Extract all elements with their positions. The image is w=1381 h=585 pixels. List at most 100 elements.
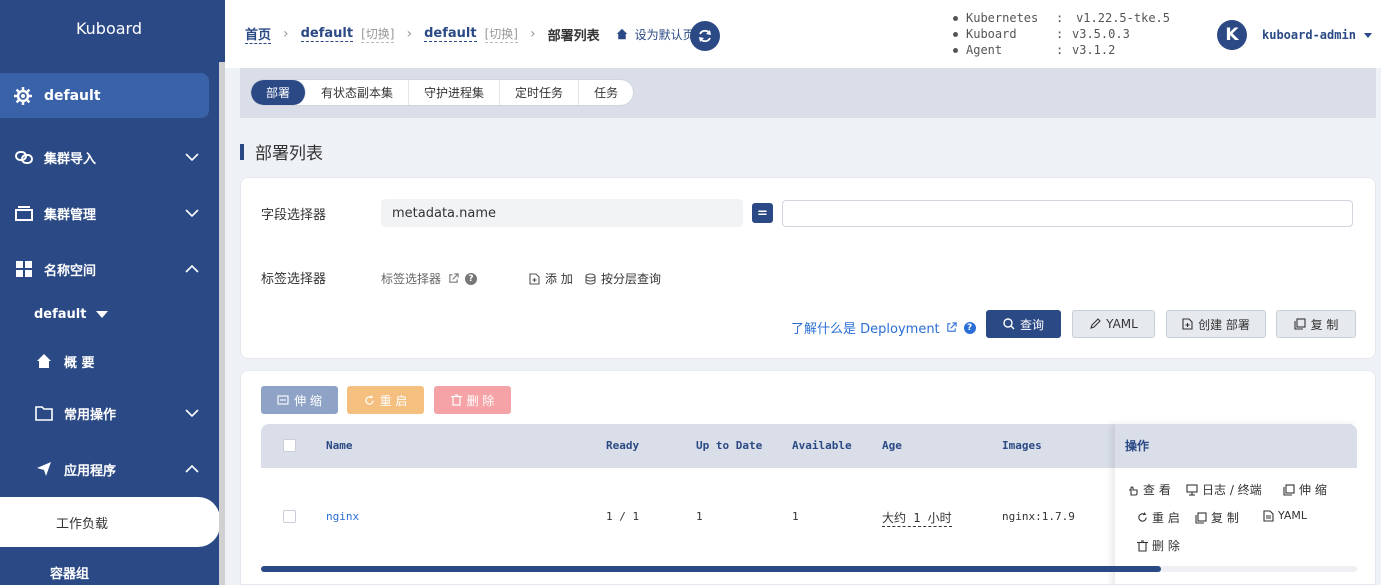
copy-button[interactable]: 复 制 [1276,310,1356,338]
version-row: Agent: v3.1.2 [953,42,1170,58]
caret-down-icon[interactable] [1363,32,1372,38]
breadcrumb-home[interactable]: 首页 [245,24,272,44]
yaml-button[interactable]: YAML [1072,310,1155,338]
chevron-right-icon: › [283,26,289,42]
select-all-checkbox[interactable] [283,439,296,452]
sidebar-item-namespace[interactable]: 名称空间 [0,249,218,289]
sidebar-cluster[interactable]: default [0,73,209,118]
row-restart-label: 重 启 [1152,511,1180,525]
learn-deployment-link[interactable]: 了解什么是 Deployment ? [791,318,976,337]
chevron-down-icon [184,205,200,221]
monitor-icon [1186,483,1198,496]
sidebar: Kuboard default 集群导入 集群管理 名称空间 default 概… [0,0,225,585]
label-selector-link[interactable]: 标签选择器 ? [381,270,478,287]
hierarchical-query-text: 按分层查询 [601,272,662,286]
sidebar-item-apps[interactable]: 应用程序 [0,449,218,489]
create-deployment-button[interactable]: 创建 部署 [1166,310,1266,338]
operations-column: 操作 查 看 日志 / 终端 伸 缩 重 启 复 制 YAML 删 除 [1115,424,1357,584]
add-label-button[interactable]: 添 加 [529,270,573,287]
tab-daemonset[interactable]: 守护进程集 [409,80,501,105]
scale-icon [277,395,289,405]
user-menu[interactable]: K kuboard-admin [1217,20,1372,50]
ready-value: 1 / 1 [606,510,640,523]
chevron-right-icon: › [406,26,413,42]
column-header-images[interactable]: Images [1002,424,1042,468]
switch-cluster-link[interactable]: [切换] [361,25,395,43]
chevron-down-icon [184,149,200,165]
version-colon: : [1056,27,1064,41]
namespace-select[interactable]: default [0,294,218,334]
create-deployment-label: 创建 部署 [1198,317,1250,332]
sidebar-item-common-ops[interactable]: 常用操作 [0,393,218,433]
row-restart-button[interactable]: 重 启 [1137,509,1180,526]
column-header-up-to-date[interactable]: Up to Date [696,424,762,468]
table-horizontal-scrollbar[interactable] [261,566,1357,572]
age-value: 大约 1 小时 [882,511,952,527]
row-yaml-button[interactable]: YAML [1263,509,1307,522]
pen-icon [1089,318,1101,330]
equals-operator[interactable]: = [752,203,773,223]
username[interactable]: kuboard-admin [1262,28,1356,42]
breadcrumb-cluster[interactable]: default [300,26,354,42]
sidebar-item-overview[interactable]: 概 要 [0,341,218,381]
tab-deployment[interactable]: 部署 [251,80,307,105]
sidebar-scrollbar[interactable] [219,62,225,585]
version-info: Kubernetes: v1.22.5-tke.5 Kuboard: v3.5.0.… [953,10,1170,58]
copy-icon [1294,318,1306,330]
field-value-input[interactable] [782,200,1353,227]
gear-icon [14,86,32,105]
help-icon[interactable]: ? [465,272,478,285]
avatar[interactable]: K [1217,20,1247,50]
column-header-age[interactable]: Age [882,424,902,468]
row-scale-button[interactable]: 伸 缩 [1283,481,1327,498]
table-scroll-thumb[interactable] [261,566,1161,572]
row-delete-button[interactable]: 删 除 [1137,537,1180,554]
tab-cronjob[interactable]: 定时任务 [500,80,580,105]
logs-terminal-button[interactable]: 日志 / 终端 [1186,481,1262,498]
label-selector-link-text: 标签选择器 [381,272,442,286]
help-icon[interactable]: ? [963,321,976,334]
query-button[interactable]: 查询 [986,310,1061,338]
refresh-icon [1137,512,1148,523]
up-to-date-value: 1 [696,510,703,523]
tab-statefulset[interactable]: 有状态副本集 [306,80,410,105]
row-yaml-label: YAML [1278,509,1308,522]
bullet [953,31,958,37]
switch-namespace-link[interactable]: [切换] [484,25,518,43]
refresh-button[interactable] [690,21,720,51]
chevron-right-icon: › [529,26,536,42]
sidebar-item-cluster-import[interactable]: 集群导入 [0,137,218,177]
tab-job[interactable]: 任务 [579,80,633,105]
breadcrumb-namespace[interactable]: default [424,26,477,42]
row-checkbox[interactable] [283,510,296,523]
sidebar-item-label: 概 要 [64,355,95,371]
deployment-name-link[interactable]: nginx [326,510,359,523]
row-copy-button[interactable]: 复 制 [1195,509,1239,526]
sidebar-item-label: 工作负载 [56,516,109,532]
sidebar-item-cluster-manage[interactable]: 集群管理 [0,193,218,233]
trash-icon [1137,539,1148,552]
add-label-text: 添 加 [545,272,573,286]
view-button[interactable]: 查 看 [1127,481,1171,498]
restart-button[interactable]: 重 启 [347,386,424,414]
hierarchical-query-button[interactable]: 按分层查询 [585,270,661,287]
set-default-link[interactable]: 设为默认页 [616,26,695,43]
home-icon [616,28,628,40]
version-name: Agent [966,43,1003,57]
chevron-up-icon [184,461,200,477]
caret-down-icon [96,310,109,318]
scale-button[interactable]: 伸 缩 [261,386,338,414]
sidebar-item-pods[interactable]: 容器组 [0,552,218,585]
delete-button[interactable]: 删 除 [434,386,511,414]
images-value: nginx:1.7.9 [1002,510,1075,523]
copy-icon [1195,511,1207,524]
page-title: 部署列表 [240,139,323,164]
field-selector-select[interactable]: metadata.name [381,199,743,227]
column-header-ready[interactable]: Ready [606,424,639,468]
sidebar-scroll-thumb[interactable] [219,62,225,585]
sidebar-item-workload[interactable]: 工作负载 [0,497,220,547]
search-icon [1003,318,1015,330]
app-logo: Kuboard [75,19,143,38]
column-header-name[interactable]: Name [326,424,353,468]
column-header-available[interactable]: Available [792,424,852,468]
